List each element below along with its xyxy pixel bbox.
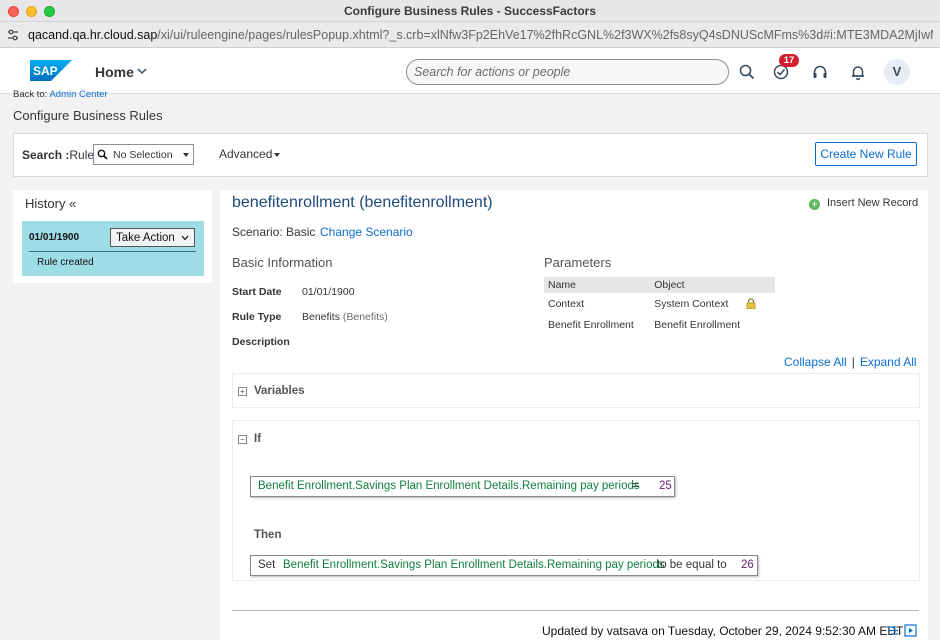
then-expression-operator[interactable]: to be equal to bbox=[657, 559, 727, 571]
rule-search-panel: Search :Rule No Selection Advanced Creat… bbox=[13, 133, 928, 177]
insert-new-record-label: Insert New Record bbox=[827, 197, 919, 209]
advanced-menu[interactable]: Advanced bbox=[219, 147, 281, 161]
scenario-label: Scenario: bbox=[232, 225, 283, 239]
then-label: Then bbox=[254, 529, 282, 541]
rule-type-label: Rule Type bbox=[232, 311, 282, 323]
url-path: /xi/ui/ruleengine/pages/rulesPopup.xhtml… bbox=[157, 28, 933, 42]
variables-label[interactable]: Variables bbox=[254, 385, 305, 397]
insert-new-record-button[interactable]: + Insert New Record bbox=[809, 197, 918, 210]
take-action-label: Take Action bbox=[116, 231, 175, 244]
page-title: Configure Business Rules bbox=[13, 108, 163, 123]
search-label-bold: Search : bbox=[22, 148, 70, 162]
link-separator: | bbox=[851, 355, 855, 369]
param-name: Context bbox=[548, 297, 585, 310]
variables-section: + Variables bbox=[232, 373, 920, 408]
headset-icon[interactable] bbox=[811, 63, 829, 81]
play-icon[interactable] bbox=[904, 624, 917, 637]
description-label: Description bbox=[232, 336, 290, 348]
sap-logo[interactable]: SAP bbox=[30, 60, 72, 81]
start-date-label: Start Date bbox=[232, 286, 282, 298]
search-icon bbox=[97, 149, 108, 160]
site-settings-icon[interactable] bbox=[6, 28, 20, 42]
history-item[interactable]: 01/01/1900 Take Action Rule created bbox=[22, 221, 204, 276]
history-item-description: Rule created bbox=[37, 257, 94, 268]
rule-detail-panel: benefitenrollment (benefitenrollment) + I… bbox=[220, 190, 928, 640]
url-text[interactable]: qacand.qa.hr.cloud.sap/xi/ui/ruleengine/… bbox=[28, 28, 933, 42]
create-new-rule-button[interactable]: Create New Rule bbox=[815, 142, 917, 166]
rule-type-value: Benefits (Benefits) bbox=[302, 311, 388, 323]
admin-center-link[interactable]: Admin Center bbox=[49, 89, 107, 100]
param-object-cell: System Context bbox=[650, 293, 775, 314]
window-title: Configure Business Rules - SuccessFactor… bbox=[343, 4, 597, 18]
rule-title: benefitenrollment (benefitenrollment) bbox=[232, 194, 493, 211]
history-title[interactable]: History « bbox=[25, 196, 76, 211]
parameters-heading: Parameters bbox=[544, 255, 612, 270]
then-expression-value[interactable]: 26 bbox=[741, 559, 754, 571]
advanced-label: Advanced bbox=[219, 147, 273, 161]
if-expression-operator[interactable]: = bbox=[632, 480, 639, 492]
param-name: Benefit Enrollment bbox=[548, 318, 634, 331]
expand-icon[interactable]: + bbox=[238, 387, 247, 396]
rule-type-main: Benefits bbox=[302, 311, 340, 323]
history-item-date: 01/01/1900 bbox=[29, 232, 80, 243]
then-expression-field[interactable]: Benefit Enrollment.Savings Plan Enrollme… bbox=[283, 559, 665, 571]
caret-down-icon bbox=[183, 153, 189, 157]
plus-icon: + bbox=[809, 199, 820, 210]
bell-icon[interactable] bbox=[849, 63, 867, 81]
expand-all-link[interactable]: Expand All bbox=[860, 355, 917, 369]
param-object: Benefit Enrollment bbox=[654, 318, 741, 331]
chevron-down-icon[interactable] bbox=[137, 67, 147, 75]
column-header-object: Object bbox=[650, 277, 775, 293]
notification-badge[interactable]: 17 bbox=[779, 54, 799, 67]
shell-header: SAP Home bbox=[0, 48, 940, 94]
updated-by-text: Updated by vatsava on Tuesday, October 2… bbox=[542, 624, 904, 638]
url-host: qacand.qa.hr.cloud.sap bbox=[28, 28, 158, 42]
search-icon[interactable] bbox=[738, 63, 756, 81]
breadcrumb: Back to: Admin Center bbox=[13, 89, 108, 100]
if-expression[interactable]: Benefit Enrollment.Savings Plan Enrollme… bbox=[250, 476, 675, 497]
svg-text:SAP: SAP bbox=[33, 64, 58, 78]
rule-type-sub: (Benefits) bbox=[342, 311, 388, 323]
change-scenario-link[interactable]: Change Scenario bbox=[320, 225, 413, 239]
scenario-value: Basic bbox=[286, 225, 316, 239]
then-expression-verb[interactable]: Set bbox=[258, 559, 275, 571]
breadcrumb-prefix: Back to: bbox=[13, 89, 48, 100]
global-search-input[interactable] bbox=[414, 65, 714, 79]
parameters-table: Name Object Context System Context Benef… bbox=[544, 277, 775, 335]
filter-list-icon[interactable] bbox=[886, 624, 899, 637]
then-expression[interactable]: Set Benefit Enrollment.Savings Plan Enro… bbox=[250, 555, 758, 576]
collapse-expand-links: Collapse All | Expand All bbox=[784, 355, 917, 369]
take-action-button[interactable]: Take Action bbox=[110, 228, 195, 247]
footer-divider bbox=[232, 610, 919, 611]
caret-down-icon bbox=[274, 152, 281, 157]
history-panel: History « 01/01/1900 Take Action Rule cr… bbox=[13, 190, 212, 283]
address-bar[interactable]: qacand.qa.hr.cloud.sap/xi/ui/ruleengine/… bbox=[0, 22, 940, 48]
search-label-rule: Rule bbox=[69, 148, 95, 162]
if-label[interactable]: If bbox=[254, 433, 261, 445]
rule-selector-value: No Selection bbox=[113, 149, 173, 161]
scenario-display: Scenario: Basic bbox=[232, 225, 315, 239]
if-then-section: − If Benefit Enrollment.Savings Plan Enr… bbox=[232, 420, 920, 581]
history-divider bbox=[29, 251, 196, 252]
window-titlebar: Configure Business Rules - SuccessFactor… bbox=[0, 0, 940, 22]
search-label: Search :Rule bbox=[22, 148, 94, 162]
column-header-name: Name bbox=[544, 277, 651, 293]
home-menu[interactable]: Home bbox=[95, 64, 134, 80]
if-expression-field[interactable]: Benefit Enrollment.Savings Plan Enrollme… bbox=[258, 480, 640, 492]
table-row: Benefit Enrollment Benefit Enrollment bbox=[544, 314, 775, 335]
global-search[interactable] bbox=[406, 59, 729, 85]
collapse-icon[interactable]: − bbox=[238, 435, 247, 444]
if-expression-value[interactable]: 25 bbox=[659, 480, 672, 492]
avatar[interactable]: V bbox=[884, 59, 910, 85]
lock-icon bbox=[746, 298, 756, 310]
collapse-all-link[interactable]: Collapse All bbox=[784, 355, 847, 369]
param-object: System Context bbox=[654, 297, 729, 310]
basic-info-heading: Basic Information bbox=[232, 255, 333, 270]
chevron-down-icon bbox=[181, 235, 189, 241]
rule-selector[interactable]: No Selection bbox=[93, 144, 194, 165]
table-row: Context System Context bbox=[544, 293, 775, 314]
start-date-value: 01/01/1900 bbox=[302, 286, 355, 298]
